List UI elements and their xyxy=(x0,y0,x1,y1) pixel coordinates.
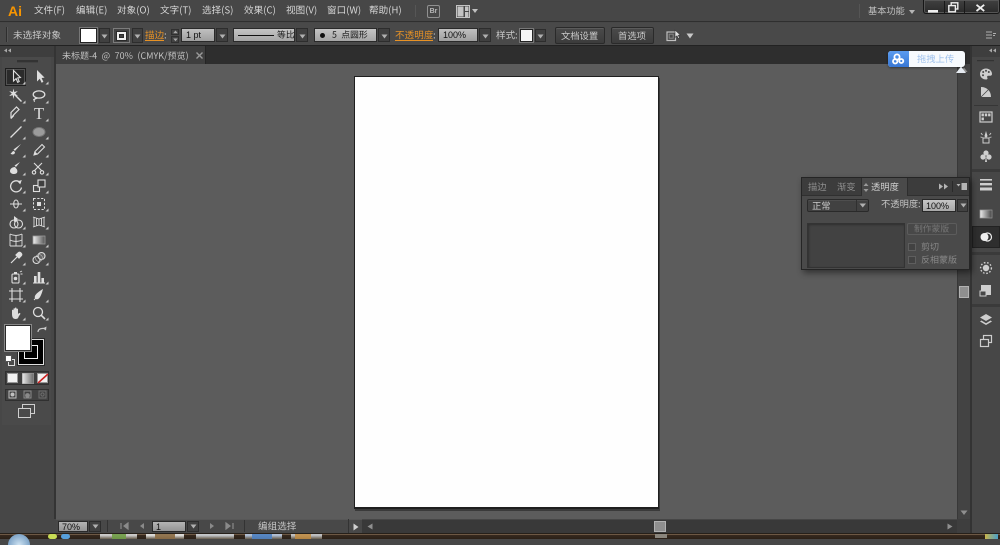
svg-text:T: T xyxy=(33,106,43,122)
